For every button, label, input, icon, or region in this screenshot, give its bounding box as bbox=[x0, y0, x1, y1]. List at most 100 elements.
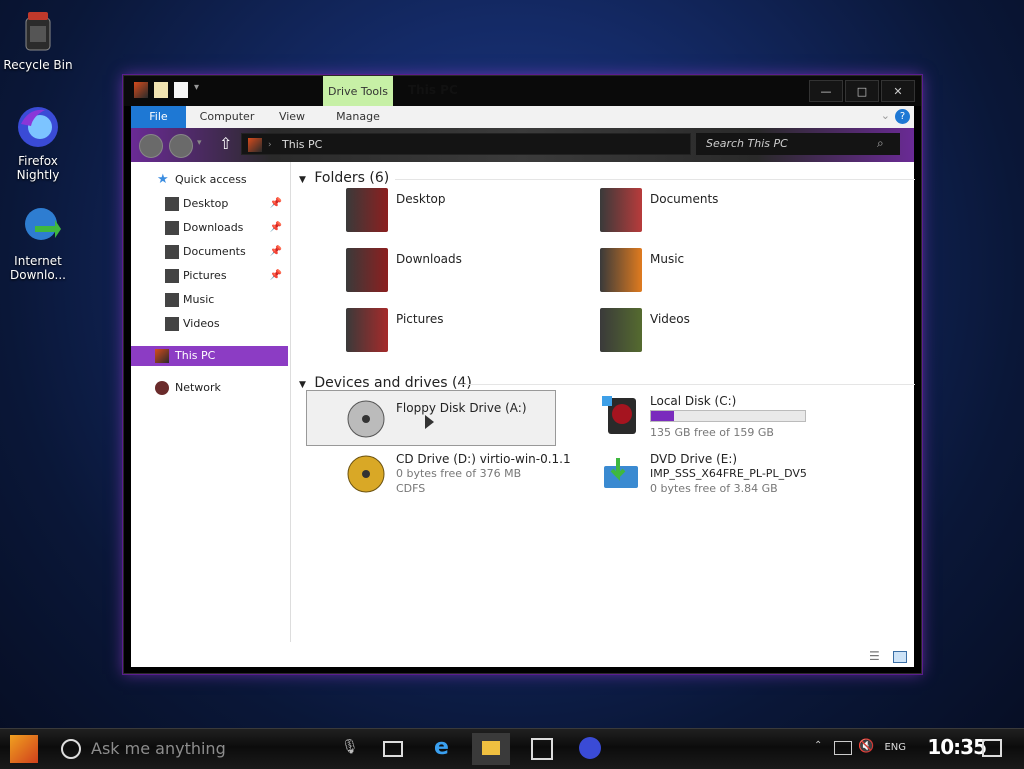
explorer-window: ▾ Drive Tools This PC — □ ✕ File Compute… bbox=[123, 75, 922, 674]
recycle-bin-icon bbox=[15, 8, 61, 54]
nav-item-this-pc[interactable]: This PC bbox=[131, 346, 288, 366]
network-icon bbox=[155, 381, 169, 395]
search-icon[interactable]: ⌕ bbox=[877, 136, 884, 151]
chevron-down-icon[interactable]: ▾ bbox=[194, 82, 204, 98]
floppy-drive-selection[interactable]: Floppy Disk Drive (A:) bbox=[306, 390, 556, 446]
music-folder-icon bbox=[600, 248, 642, 292]
quick-access-toolbar: ▾ bbox=[134, 82, 204, 98]
downloads-icon bbox=[165, 221, 179, 235]
tab-computer[interactable]: Computer bbox=[191, 106, 263, 128]
desktop-icon bbox=[165, 197, 179, 211]
taskbar-search-input[interactable]: Ask me anything bbox=[54, 735, 334, 763]
pin-icon[interactable]: 📌 bbox=[270, 218, 282, 238]
firefox-icon[interactable] bbox=[579, 737, 601, 759]
internet-download-manager-icon bbox=[15, 204, 61, 250]
new-folder-icon[interactable] bbox=[174, 82, 188, 98]
hard-disk-icon bbox=[600, 394, 642, 438]
back-button[interactable] bbox=[139, 134, 163, 158]
address-bar-region: ▾ ⇧ › This PC Search This PC ⌕ bbox=[131, 128, 914, 162]
nav-item-downloads[interactable]: Downloads 📌 bbox=[131, 218, 288, 238]
tab-file[interactable]: File bbox=[131, 106, 186, 128]
floppy-disc-icon bbox=[346, 395, 388, 439]
pin-icon[interactable]: 📌 bbox=[270, 266, 282, 286]
window-controls: — □ ✕ bbox=[809, 80, 915, 102]
music-icon bbox=[165, 293, 179, 307]
volume-muted-icon[interactable]: 🔇 bbox=[858, 739, 874, 754]
desktop-icon-label: Firefox Nightly bbox=[16, 154, 60, 182]
address-input[interactable]: › This PC bbox=[241, 133, 691, 155]
desktop-icon-recycle-bin[interactable]: Recycle Bin bbox=[0, 8, 76, 72]
maximize-button[interactable]: □ bbox=[845, 80, 879, 102]
file-explorer-icon[interactable] bbox=[472, 733, 510, 765]
nav-item-videos[interactable]: Videos bbox=[131, 314, 288, 334]
mouse-cursor-icon bbox=[425, 415, 434, 429]
nav-item-desktop[interactable]: Desktop 📌 bbox=[131, 194, 288, 214]
tab-view[interactable]: View bbox=[267, 106, 317, 128]
properties-icon[interactable] bbox=[154, 82, 168, 98]
desktop-icon-internet-download[interactable]: Internet Downlo... bbox=[0, 204, 76, 282]
action-center-icon[interactable] bbox=[982, 739, 1002, 757]
up-arrow-icon[interactable]: ⇧ bbox=[219, 134, 232, 153]
taskbar: Ask me anything 🎙 e ⌃ 🔇 ENG 10:35 bbox=[0, 728, 1024, 769]
desktop-icon-label: Recycle Bin bbox=[3, 58, 73, 72]
documents-folder-icon bbox=[600, 188, 642, 232]
this-pc-icon bbox=[248, 138, 262, 152]
start-button[interactable] bbox=[10, 735, 38, 763]
show-hidden-icons-icon[interactable]: ⌃ bbox=[814, 740, 822, 751]
star-icon: ★ bbox=[157, 172, 169, 187]
network-tray-icon[interactable] bbox=[834, 741, 852, 755]
downloads-folder-icon bbox=[346, 248, 388, 292]
language-indicator[interactable]: ENG bbox=[884, 742, 906, 753]
close-button[interactable]: ✕ bbox=[881, 80, 915, 102]
firefox-nightly-icon bbox=[15, 104, 61, 150]
nav-item-pictures[interactable]: Pictures 📌 bbox=[131, 266, 288, 286]
microphone-icon[interactable]: 🎙 bbox=[341, 739, 359, 755]
edge-icon[interactable]: e bbox=[434, 735, 449, 760]
disk-usage-bar bbox=[650, 410, 806, 422]
desktop-icon-firefox-nightly[interactable]: Firefox Nightly bbox=[0, 104, 76, 182]
minimize-button[interactable]: — bbox=[809, 80, 843, 102]
dvd-drive-icon bbox=[600, 452, 642, 496]
this-pc-icon bbox=[134, 82, 148, 98]
explorer-body: ★ Quick access Desktop 📌 Downloads 📌 Doc… bbox=[131, 162, 915, 667]
pin-icon[interactable]: 📌 bbox=[270, 242, 282, 262]
task-view-icon[interactable] bbox=[383, 741, 403, 757]
nav-item-quick-access[interactable]: ★ Quick access bbox=[131, 170, 288, 190]
tab-manage[interactable]: Manage bbox=[323, 106, 393, 128]
store-icon[interactable] bbox=[531, 738, 553, 760]
group-heading: Folders (6) bbox=[314, 170, 390, 186]
content-pane: ▼ Folders (6) Desktop Documents Download… bbox=[291, 162, 915, 667]
search-input[interactable]: Search This PC bbox=[696, 133, 900, 155]
desktop-folder-icon bbox=[346, 188, 388, 232]
cd-disc-icon bbox=[346, 452, 388, 496]
nav-item-music[interactable]: Music bbox=[131, 290, 288, 310]
forward-button[interactable] bbox=[169, 134, 193, 158]
breadcrumb-chevron-icon[interactable]: › bbox=[268, 134, 272, 156]
chevron-down-icon[interactable]: ▼ bbox=[299, 380, 306, 390]
group-heading: Devices and drives (4) bbox=[314, 375, 472, 391]
window-title: This PC bbox=[408, 83, 458, 97]
nav-item-network[interactable]: Network bbox=[131, 378, 288, 398]
large-icons-view-icon[interactable] bbox=[893, 651, 907, 663]
chevron-down-icon[interactable]: ▼ bbox=[299, 175, 306, 185]
title-bar[interactable]: ▾ Drive Tools This PC — □ ✕ bbox=[124, 76, 921, 106]
breadcrumb[interactable]: This PC bbox=[282, 138, 322, 151]
pictures-folder-icon bbox=[346, 308, 388, 352]
videos-icon bbox=[165, 317, 179, 331]
drive-tools-contextual-tab[interactable]: Drive Tools bbox=[323, 76, 393, 106]
devices-group-header[interactable]: ▼ Devices and drives (4) bbox=[299, 375, 915, 391]
help-icon[interactable]: ? bbox=[895, 109, 910, 124]
recent-locations-icon[interactable]: ▾ bbox=[197, 138, 202, 148]
ribbon-tabs: File Computer View Manage ⌄ ? bbox=[131, 106, 914, 128]
pin-icon[interactable]: 📌 bbox=[270, 194, 282, 214]
this-pc-icon bbox=[155, 349, 169, 363]
folders-group-header[interactable]: ▼ Folders (6) bbox=[299, 170, 915, 186]
ribbon-expand-icon[interactable]: ⌄ bbox=[881, 109, 890, 122]
nav-item-documents[interactable]: Documents 📌 bbox=[131, 242, 288, 262]
documents-icon bbox=[165, 245, 179, 259]
pictures-icon bbox=[165, 269, 179, 283]
desktop-icon-label: Internet Downlo... bbox=[10, 254, 66, 282]
details-view-icon[interactable]: ☰ bbox=[869, 649, 880, 663]
clock[interactable]: 10:35 bbox=[927, 735, 987, 759]
navigation-pane: ★ Quick access Desktop 📌 Downloads 📌 Doc… bbox=[131, 162, 291, 642]
